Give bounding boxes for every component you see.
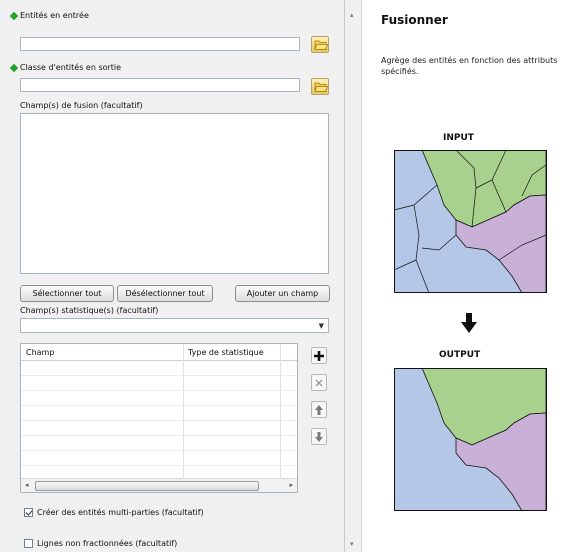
plus-icon bbox=[314, 351, 324, 361]
dissolve-fields-label: Champ(s) de fusion (facultatif) bbox=[20, 101, 143, 110]
move-down-button[interactable] bbox=[311, 428, 327, 445]
input-caption: INPUT bbox=[443, 133, 474, 143]
input-diagram bbox=[394, 150, 547, 293]
column-header-stat-type: Type de statistique bbox=[188, 348, 264, 357]
table-row-line bbox=[21, 465, 297, 466]
table-row-line bbox=[21, 405, 297, 406]
folder-open-icon bbox=[314, 40, 328, 50]
browse-input-button[interactable] bbox=[311, 36, 329, 53]
table-row-line bbox=[21, 390, 297, 391]
required-indicator-icon bbox=[9, 63, 19, 73]
remove-row-button[interactable] bbox=[311, 374, 327, 391]
move-up-button[interactable] bbox=[311, 401, 327, 418]
help-title: Fusionner bbox=[381, 13, 448, 27]
table-row-line bbox=[21, 450, 297, 451]
statistics-table[interactable]: Champ Type de statistique ◂ ▸ bbox=[20, 343, 298, 493]
multipart-label: Créer des entités multi-parties (faculta… bbox=[37, 508, 204, 517]
output-class-field[interactable] bbox=[20, 78, 300, 92]
table-row-line bbox=[21, 420, 297, 421]
column-divider bbox=[280, 344, 281, 478]
statistics-fields-label: Champ(s) statistique(s) (facultatif) bbox=[20, 306, 159, 315]
folder-open-icon bbox=[314, 82, 328, 92]
column-divider bbox=[183, 344, 184, 478]
required-indicator-icon bbox=[9, 11, 19, 21]
unsplit-lines-checkbox[interactable] bbox=[24, 539, 33, 548]
chevron-down-icon: ▼ bbox=[318, 322, 324, 330]
arrow-down-icon bbox=[315, 432, 323, 442]
help-description: Agrège des entités en fonction des attri… bbox=[381, 56, 558, 76]
arrow-down-big-icon bbox=[461, 313, 477, 333]
remove-icon bbox=[315, 379, 323, 387]
scroll-up-icon[interactable]: ▴ bbox=[350, 11, 354, 19]
column-header-field: Champ bbox=[26, 348, 55, 357]
multipart-checkbox[interactable] bbox=[24, 508, 33, 517]
arrow-up-icon bbox=[315, 405, 323, 415]
scrollbar-thumb[interactable] bbox=[35, 481, 259, 491]
tool-dialog-form: Entités en entrée Classe d'entités en so… bbox=[0, 0, 345, 552]
dissolve-fields-list[interactable] bbox=[20, 113, 329, 274]
form-vertical-scrollbar[interactable]: ▴ ▾ bbox=[345, 0, 362, 552]
input-features-label: Entités en entrée bbox=[20, 11, 89, 20]
unsplit-lines-label: Lignes non fractionnées (facultatif) bbox=[37, 539, 178, 548]
scroll-right-icon[interactable]: ▸ bbox=[289, 481, 293, 489]
table-row-line bbox=[21, 435, 297, 436]
table-horizontal-scrollbar[interactable]: ◂ ▸ bbox=[21, 478, 297, 492]
statistics-table-header: Champ Type de statistique bbox=[21, 344, 297, 361]
table-row-line bbox=[21, 375, 297, 376]
output-diagram bbox=[394, 368, 547, 511]
add-field-button[interactable]: Ajouter un champ bbox=[235, 285, 330, 302]
add-row-button[interactable] bbox=[311, 347, 327, 364]
select-all-button[interactable]: Sélectionner tout bbox=[20, 285, 114, 302]
output-caption: OUTPUT bbox=[439, 350, 481, 360]
scroll-left-icon[interactable]: ◂ bbox=[25, 481, 29, 489]
scroll-down-icon[interactable]: ▾ bbox=[350, 540, 354, 548]
unselect-all-button[interactable]: Désélectionner tout bbox=[117, 285, 213, 302]
output-class-label: Classe d'entités en sortie bbox=[20, 63, 122, 72]
statistics-field-dropdown[interactable]: ▼ bbox=[20, 318, 329, 333]
browse-output-button[interactable] bbox=[311, 78, 329, 95]
input-features-field[interactable] bbox=[20, 37, 300, 51]
